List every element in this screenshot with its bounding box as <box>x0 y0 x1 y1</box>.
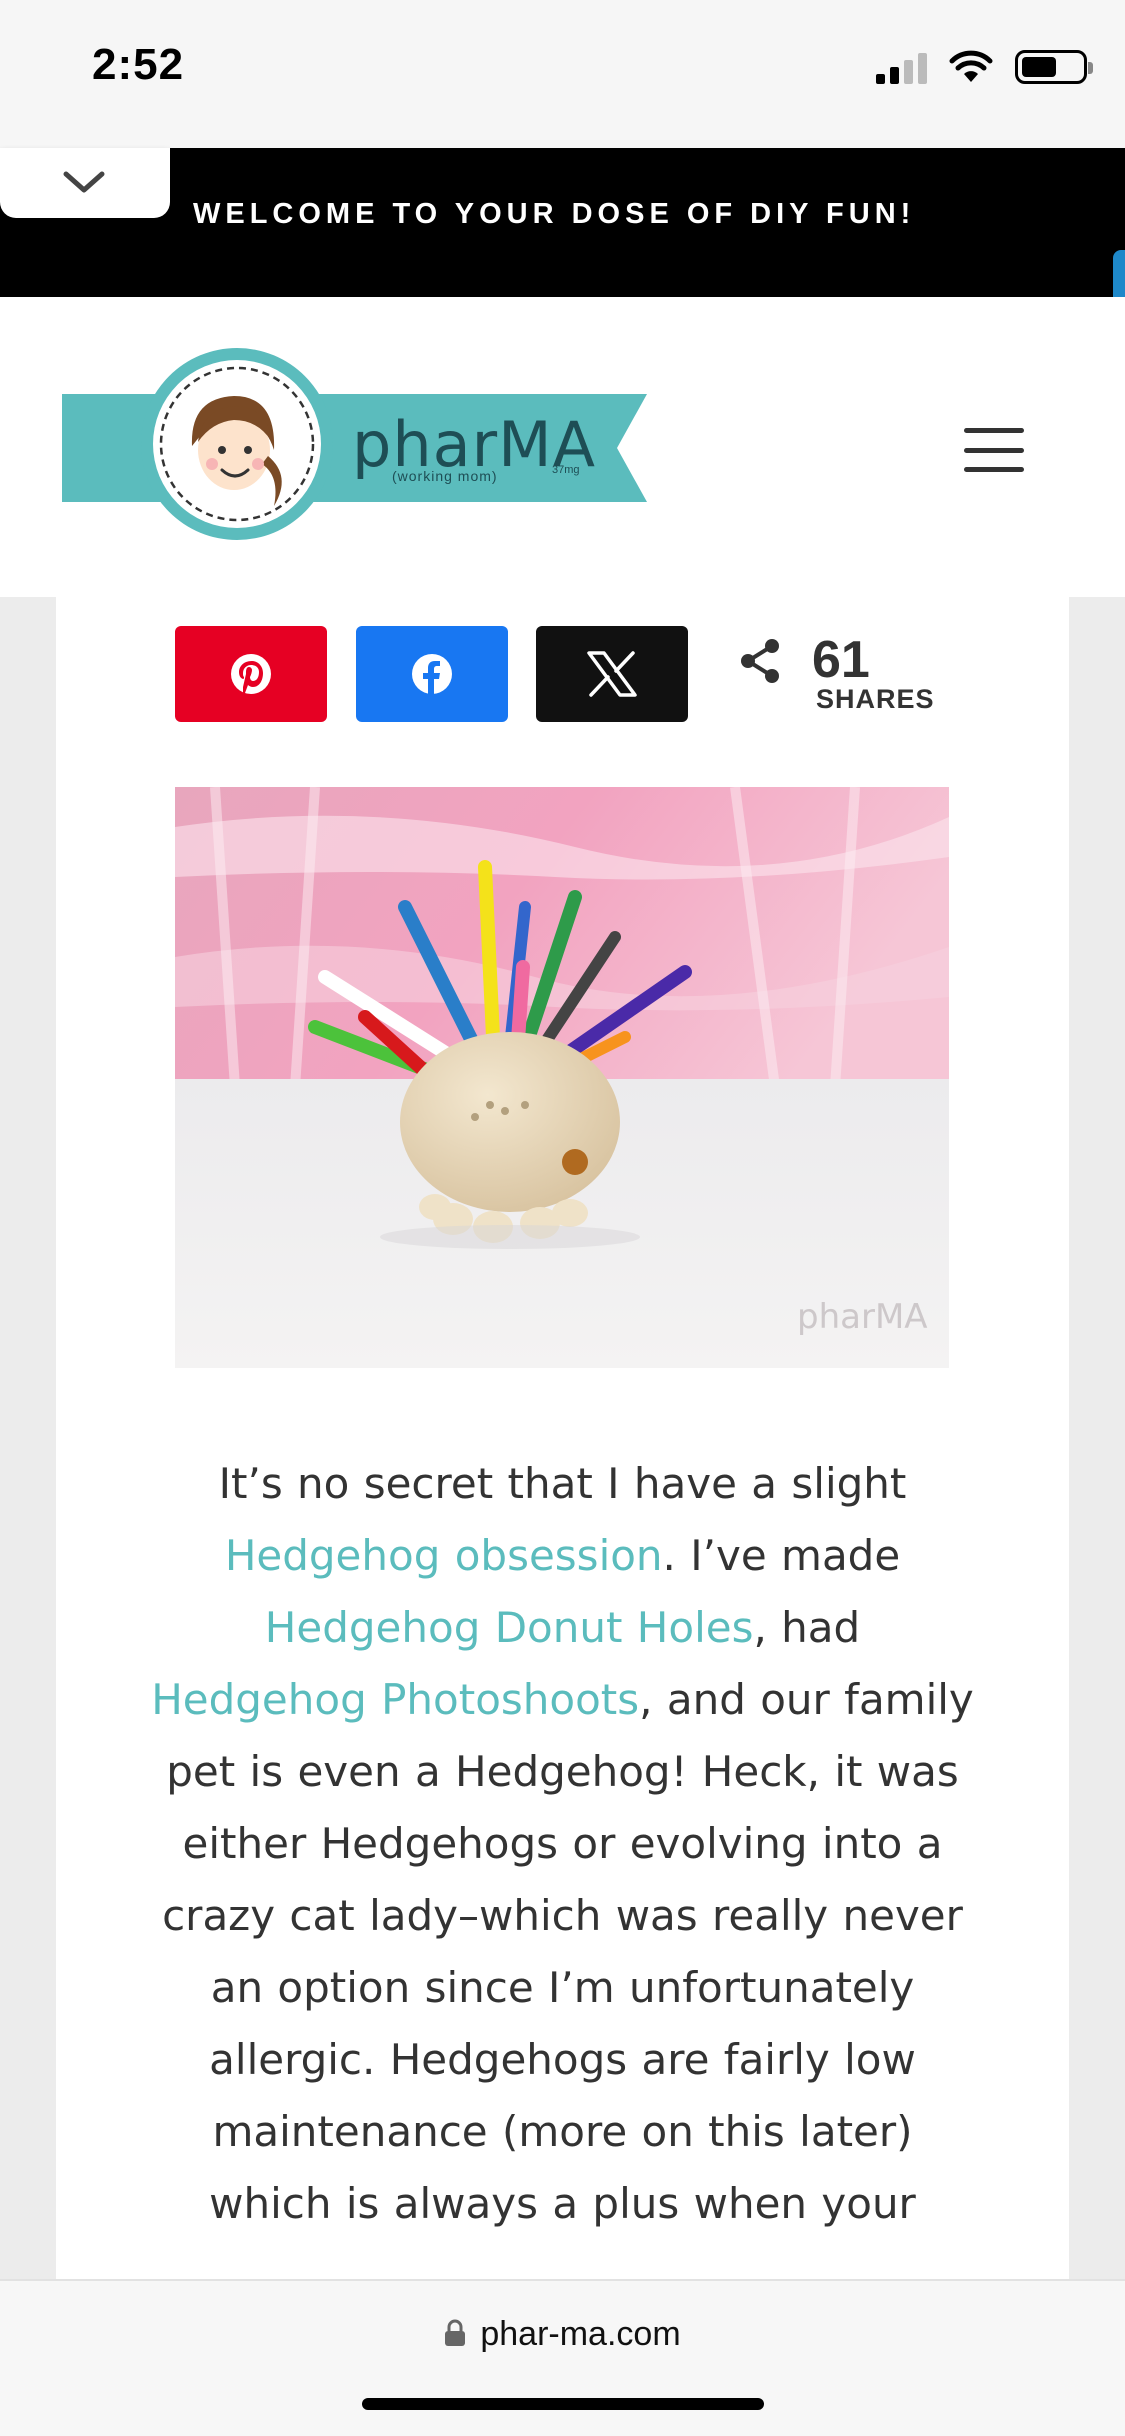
banner-text: WELCOME TO YOUR DOSE OF DIY FUN! <box>193 198 916 230</box>
site-logo[interactable]: pharMA (working mom) 37mg <box>62 346 662 546</box>
share-count: 61 <box>812 631 870 689</box>
pinterest-icon <box>231 654 271 694</box>
hamburger-menu-icon[interactable] <box>964 428 1024 472</box>
pinterest-share-button[interactable] <box>175 626 327 722</box>
facebook-share-button[interactable] <box>356 626 508 722</box>
article-text-4: , and our family pet is even a Hedgehog!… <box>162 1675 974 2228</box>
logo-subtext: (working mom) <box>392 468 498 484</box>
x-icon <box>587 651 637 697</box>
article-text-2: . I’ve made <box>662 1531 901 1580</box>
home-indicator[interactable] <box>362 2398 764 2410</box>
status-time: 2:52 <box>92 40 185 89</box>
share-label: SHARES <box>816 684 935 714</box>
hedgehog-obsession-link[interactable]: Hedgehog obsession <box>225 1531 663 1580</box>
browser-url-bar[interactable]: phar-ma.com <box>0 2279 1125 2436</box>
url-display[interactable]: phar-ma.com <box>0 2315 1125 2356</box>
facebook-icon <box>412 654 452 694</box>
chevron-down-icon <box>63 171 105 193</box>
url-text: phar-ma.com <box>480 2315 681 2353</box>
wifi-icon <box>949 50 993 82</box>
share-icon <box>741 639 779 683</box>
status-bar: 2:52 <box>0 0 1125 148</box>
status-icons <box>876 50 1093 84</box>
share-total <box>736 636 786 686</box>
cellular-signal-icon <box>876 50 927 84</box>
hedgehog-donut-holes-link[interactable]: Hedgehog Donut Holes <box>265 1603 754 1652</box>
article-text-3: , had <box>753 1603 861 1652</box>
battery-icon <box>1015 50 1093 84</box>
collapse-banner-button[interactable] <box>0 148 170 218</box>
logo-dose: 37mg <box>552 464 580 476</box>
hedgehog-photoshoots-link[interactable]: Hedgehog Photoshoots <box>151 1675 639 1724</box>
article-paragraph: It’s no secret that I have a slight Hedg… <box>150 1448 975 2240</box>
x-share-button[interactable] <box>536 626 688 722</box>
article-text-1: It’s no secret that I have a slight <box>218 1459 907 1508</box>
hedgehog-pencil-holder-image: pharMA <box>175 787 949 1368</box>
image-watermark: pharMA <box>797 1297 928 1337</box>
lock-icon <box>444 2317 466 2356</box>
